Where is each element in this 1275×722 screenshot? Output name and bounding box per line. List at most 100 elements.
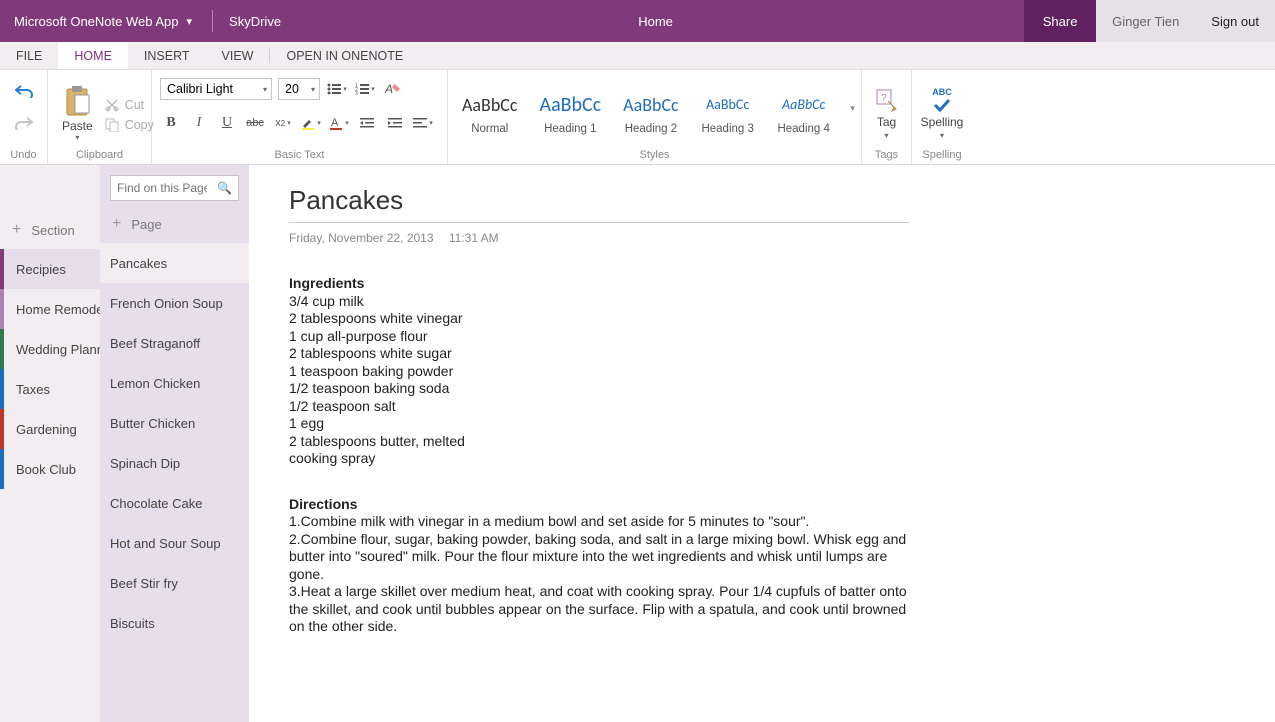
- underline-button[interactable]: U: [216, 112, 238, 134]
- font-size-value: 20: [285, 82, 299, 96]
- style-heading-4[interactable]: AaBbCcHeading 4: [769, 87, 839, 137]
- strikethrough-button[interactable]: abc: [244, 112, 266, 134]
- decrease-indent-button[interactable]: [356, 112, 378, 134]
- align-button[interactable]: [412, 112, 434, 134]
- section-item-wedding-planning[interactable]: Wedding Planning: [0, 329, 100, 369]
- pages-panel: 🔍 + Page Pancakes French Onion Soup Beef…: [100, 165, 249, 722]
- add-section-button[interactable]: + Section: [0, 211, 100, 249]
- tag-icon: ?: [874, 87, 900, 113]
- font-size-combo[interactable]: 20▾: [278, 78, 320, 100]
- tag-label: Tag: [877, 115, 896, 129]
- search-input[interactable]: [117, 181, 207, 195]
- svg-text:A: A: [385, 82, 393, 96]
- style-normal[interactable]: AaBbCcNormal: [454, 87, 526, 137]
- ingredient-line: 1 egg: [289, 415, 909, 433]
- tab-home[interactable]: HOME: [58, 42, 128, 69]
- bullets-button[interactable]: [326, 78, 348, 100]
- section-item-recipies[interactable]: Recipies: [0, 249, 100, 289]
- sign-out-link[interactable]: Sign out: [1195, 14, 1275, 29]
- search-box[interactable]: 🔍: [110, 175, 239, 201]
- checkmark-icon: [932, 97, 952, 113]
- style-label: Heading 2: [625, 123, 677, 135]
- page-item-spinach-dip[interactable]: Spinach Dip: [100, 443, 249, 483]
- styles-more-button[interactable]: ▾: [845, 103, 861, 120]
- basic-text-group-label: Basic Text: [152, 149, 447, 164]
- ingredient-line: 3/4 cup milk: [289, 293, 909, 311]
- add-page-button[interactable]: + Page: [100, 211, 249, 243]
- copy-button[interactable]: Copy: [105, 118, 154, 132]
- ingredient-line: 2 tablespoons white vinegar: [289, 310, 909, 328]
- font-name-combo[interactable]: Calibri Light ▾: [160, 78, 272, 100]
- section-item-gardening[interactable]: Gardening: [0, 409, 100, 449]
- undo-button[interactable]: [13, 80, 35, 102]
- note-body[interactable]: Ingredients 3/4 cup milk2 tablespoons wh…: [289, 275, 909, 636]
- paste-button[interactable]: Paste ▾: [56, 81, 99, 142]
- bold-button[interactable]: B: [160, 112, 182, 134]
- section-item-home-remodel[interactable]: Home Remodel: [0, 289, 100, 329]
- page-item-pancakes[interactable]: Pancakes: [100, 243, 249, 283]
- ingredient-line: 1 teaspoon baking powder: [289, 363, 909, 381]
- cut-button[interactable]: Cut: [105, 98, 154, 112]
- chevron-down-icon: ▾: [75, 133, 79, 142]
- style-heading-1[interactable]: AaBbCcHeading 1: [532, 87, 610, 137]
- highlight-button[interactable]: [300, 112, 322, 134]
- ingredients-header: Ingredients: [289, 275, 909, 293]
- page-item-butter-chicken[interactable]: Butter Chicken: [100, 403, 249, 443]
- app-menu[interactable]: Microsoft OneNote Web App ▾: [0, 14, 202, 29]
- tab-open-in-onenote[interactable]: OPEN IN ONENOTE: [270, 42, 419, 69]
- tab-view[interactable]: VIEW: [206, 42, 270, 69]
- add-page-label: Page: [131, 217, 161, 232]
- search-icon: 🔍: [217, 181, 232, 195]
- style-preview: AaBbCc: [462, 89, 518, 121]
- redo-button[interactable]: [13, 112, 35, 134]
- sections-panel: + Section Recipies Home Remodel Wedding …: [0, 165, 100, 722]
- ingredient-line: 2 tablespoons white sugar: [289, 345, 909, 363]
- notebook-title: Home: [287, 14, 1024, 29]
- style-label: Heading 1: [544, 123, 596, 135]
- page-item-hot-and-sour-soup[interactable]: Hot and Sour Soup: [100, 523, 249, 563]
- spelling-button[interactable]: ABC Spelling ▾: [911, 83, 974, 140]
- page-item-french-onion-soup[interactable]: French Onion Soup: [100, 283, 249, 323]
- style-label: Heading 3: [701, 123, 753, 135]
- tab-insert[interactable]: INSERT: [128, 42, 206, 69]
- directions-header: Directions: [289, 496, 909, 514]
- page-item-beef-stir-fry[interactable]: Beef Stir fry: [100, 563, 249, 603]
- copy-icon: [105, 118, 119, 132]
- font-name-value: Calibri Light: [167, 82, 233, 96]
- page-item-lemon-chicken[interactable]: Lemon Chicken: [100, 363, 249, 403]
- chevron-down-icon: ▾: [940, 131, 944, 140]
- style-heading-2[interactable]: AaBbCcHeading 2: [615, 87, 687, 137]
- share-button[interactable]: Share: [1024, 0, 1096, 42]
- page-title[interactable]: Pancakes: [289, 185, 909, 223]
- numbering-button[interactable]: 123: [354, 78, 376, 100]
- style-heading-3[interactable]: AaBbCc Heading 3: [693, 87, 763, 137]
- ribbon: Undo Paste ▾ Cut Copy Clipboard: [0, 70, 1275, 165]
- increase-indent-button[interactable]: [384, 112, 406, 134]
- ingredient-line: 1 cup all-purpose flour: [289, 328, 909, 346]
- skydrive-link[interactable]: SkyDrive: [223, 14, 287, 29]
- page-item-chocolate-cake[interactable]: Chocolate Cake: [100, 483, 249, 523]
- tags-group-label: Tags: [862, 149, 911, 164]
- clear-formatting-button[interactable]: A: [382, 78, 404, 100]
- section-item-book-club[interactable]: Book Club: [0, 449, 100, 489]
- page-meta: Friday, November 22, 2013 11:31 AM: [289, 231, 1235, 245]
- subscript-button[interactable]: x2: [272, 112, 294, 134]
- style-preview: AaBbCc: [706, 89, 749, 121]
- chevron-down-icon: ▾: [263, 85, 267, 94]
- page-item-beef-straganoff[interactable]: Beef Straganoff: [100, 323, 249, 363]
- page-item-biscuits[interactable]: Biscuits: [100, 603, 249, 643]
- copy-label: Copy: [125, 118, 154, 132]
- font-color-button[interactable]: A: [328, 112, 350, 134]
- user-name[interactable]: Ginger Tien: [1096, 14, 1195, 29]
- italic-button[interactable]: I: [188, 112, 210, 134]
- title-bar: Microsoft OneNote Web App ▾ SkyDrive Hom…: [0, 0, 1275, 42]
- direction-line: 2.Combine flour, sugar, baking powder, b…: [289, 531, 909, 584]
- section-item-taxes[interactable]: Taxes: [0, 369, 100, 409]
- style-preview: AaBbCc: [782, 89, 825, 121]
- tag-button[interactable]: ? Tag ▾: [864, 83, 910, 140]
- undo-group-label: Undo: [0, 149, 47, 164]
- svg-text:A: A: [331, 117, 339, 129]
- app-name-label: Microsoft OneNote Web App: [14, 14, 179, 29]
- note-content[interactable]: Pancakes Friday, November 22, 2013 11:31…: [249, 165, 1275, 722]
- tab-file[interactable]: FILE: [0, 42, 58, 69]
